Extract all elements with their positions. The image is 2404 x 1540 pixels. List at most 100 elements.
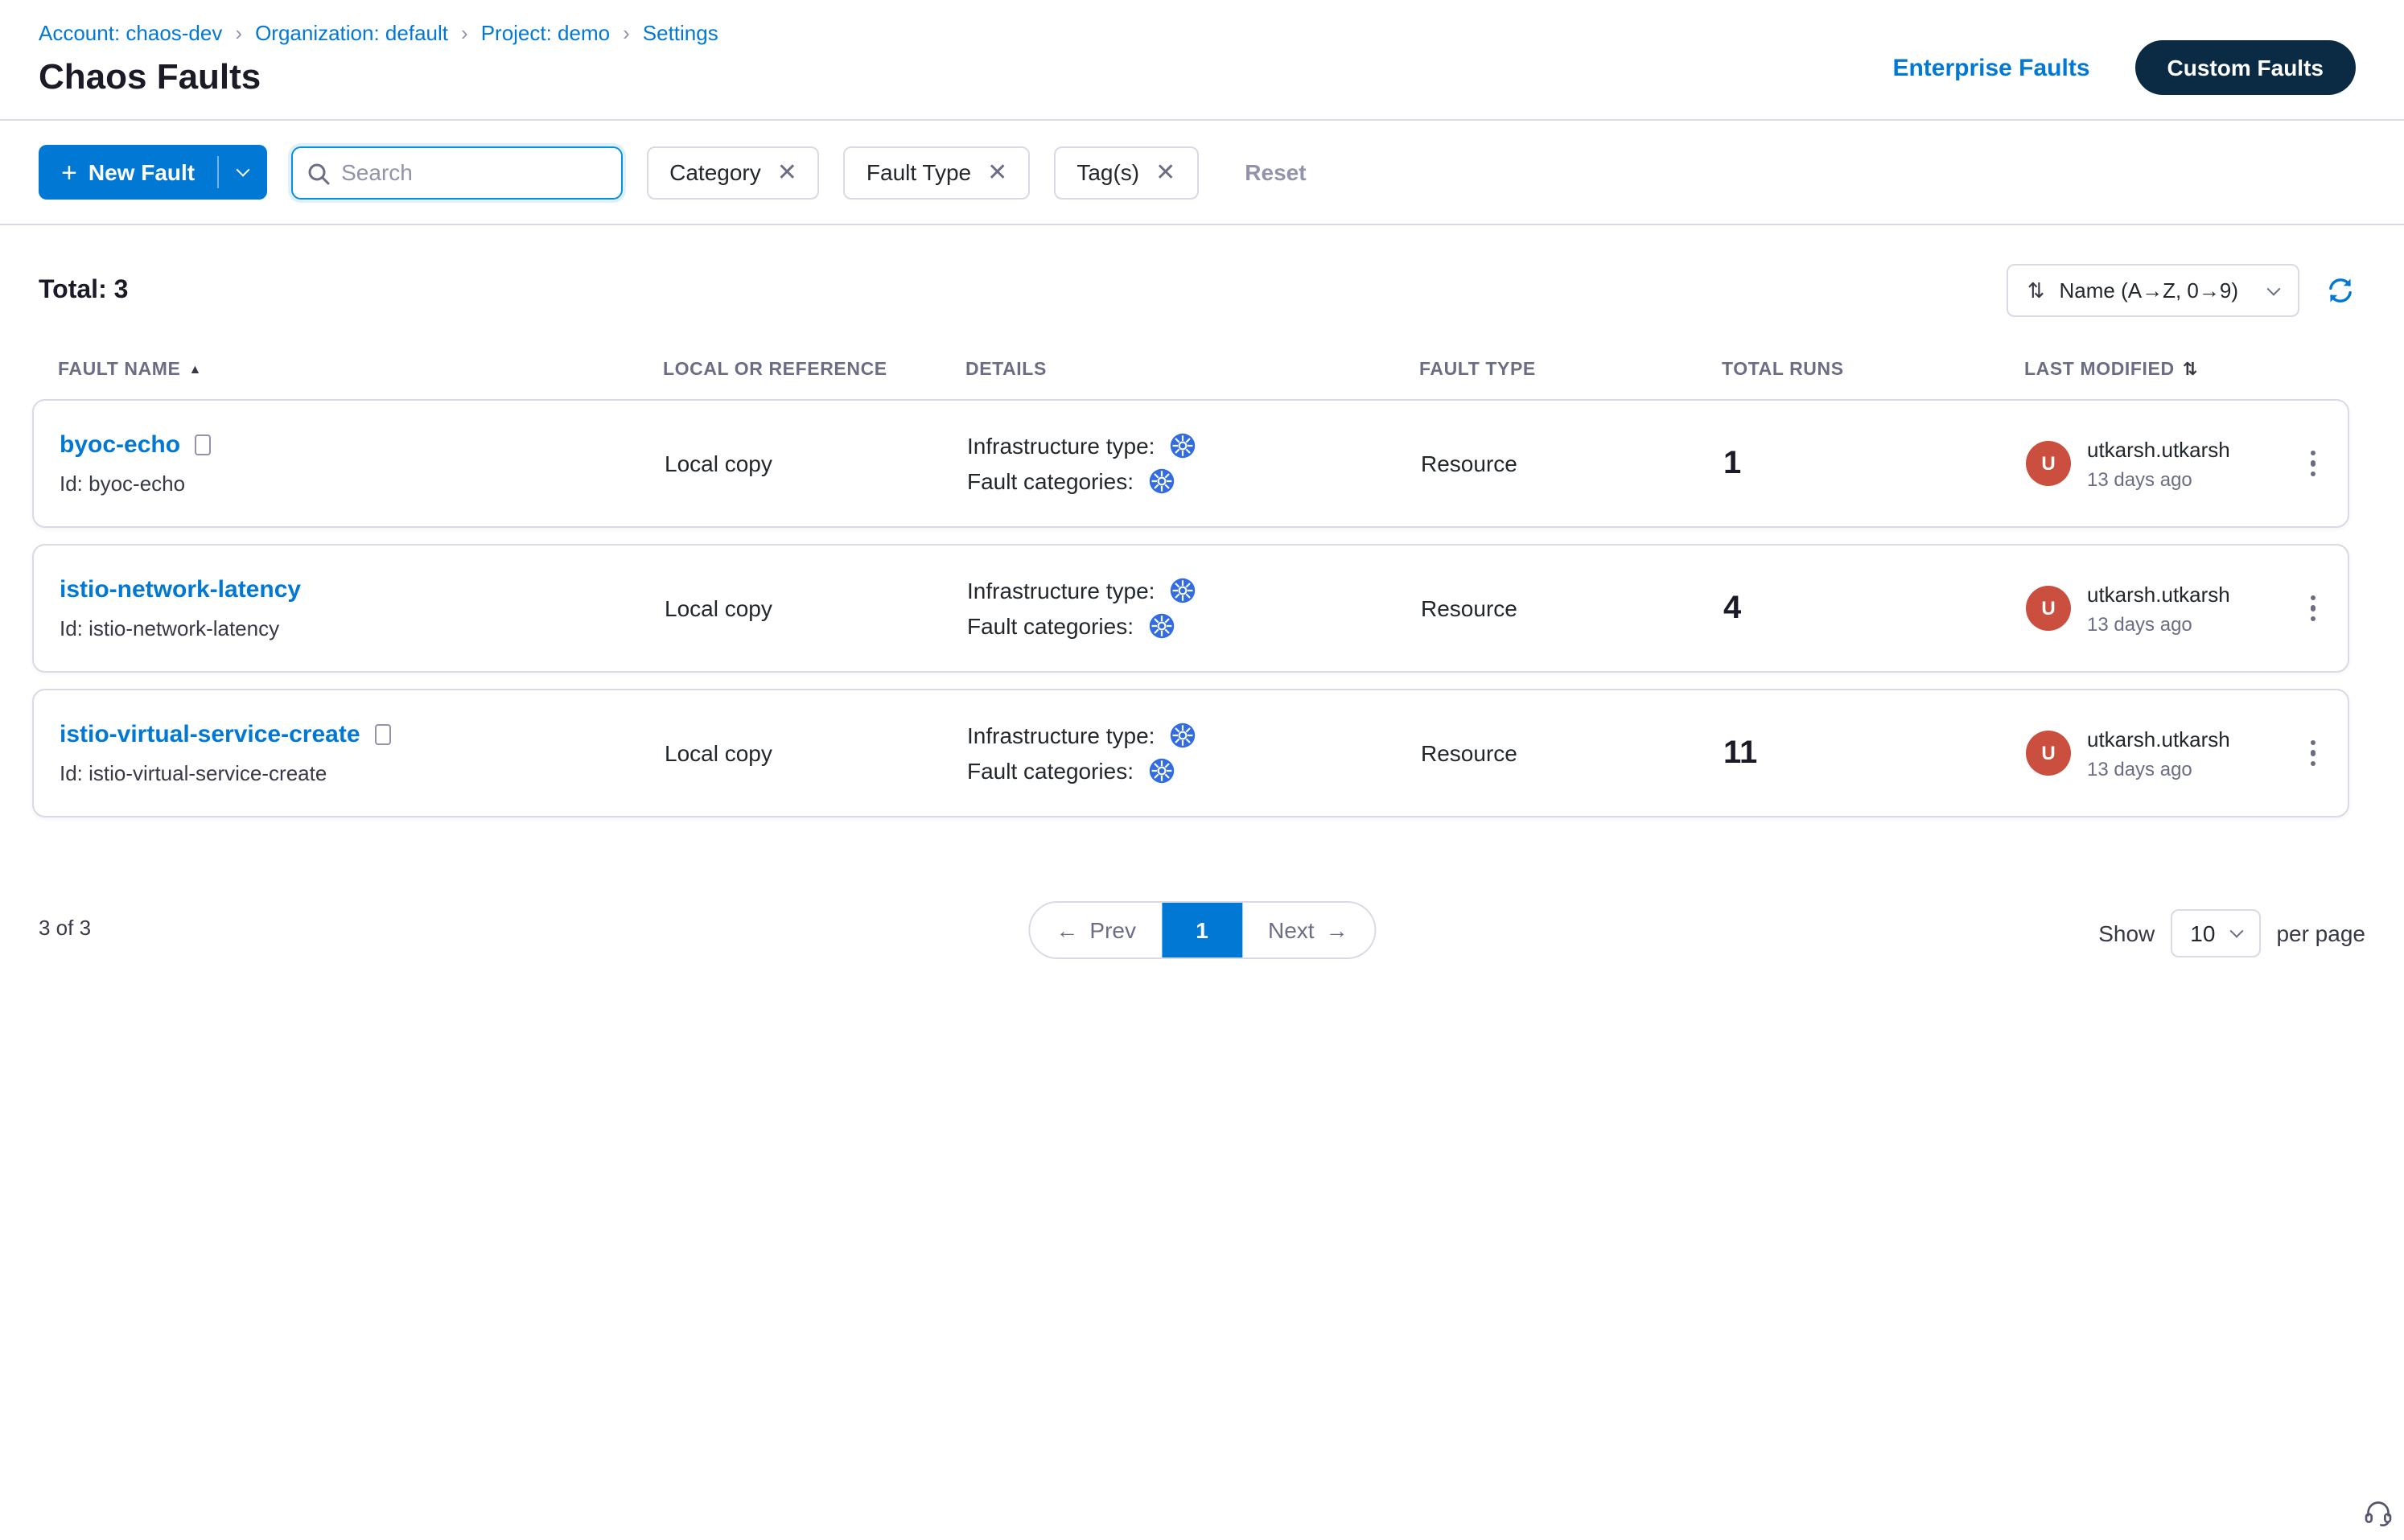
- enterprise-faults-link[interactable]: Enterprise Faults: [1892, 54, 2089, 81]
- fault-categories-label: Fault categories:: [967, 758, 1134, 784]
- modified-time: 13 days ago: [2087, 467, 2230, 490]
- fault-name-link[interactable]: istio-virtual-service-create: [60, 721, 360, 748]
- column-header-last-modified[interactable]: LAST MODIFIED ⇅: [2024, 359, 2285, 380]
- table-row: istio-network-latency Id: istio-network-…: [32, 544, 2349, 673]
- per-page-label: per page: [2276, 920, 2365, 946]
- refresh-icon: [2325, 275, 2356, 306]
- fault-name-link[interactable]: byoc-echo: [60, 431, 180, 459]
- modified-by-user: utkarsh.utkarsh: [2087, 437, 2230, 461]
- modified-by-user: utkarsh.utkarsh: [2087, 582, 2230, 606]
- row-menu-button[interactable]: [2303, 734, 2322, 773]
- list-controls: Total: 3 ⇅ Name (A→Z, 0→9): [39, 264, 2356, 317]
- search-container: [291, 146, 623, 199]
- next-page-button[interactable]: Next →: [1242, 903, 1374, 957]
- headset-icon: [2362, 1497, 2394, 1529]
- sort-arrows-icon: ⇅: [2027, 278, 2045, 303]
- plus-icon: +: [61, 159, 77, 186]
- column-header-local-or-reference: LOCAL OR REFERENCE: [663, 360, 965, 379]
- breadcrumb: Account: chaos-dev › Organization: defau…: [39, 21, 718, 45]
- local-or-reference: Local copy: [665, 595, 967, 621]
- sort-arrows-icon: ⇅: [2183, 359, 2198, 380]
- page-size-value: 10: [2190, 920, 2215, 946]
- avatar: U: [2026, 586, 2071, 631]
- infrastructure-type-label: Infrastructure type:: [967, 578, 1155, 603]
- close-icon[interactable]: ✕: [1155, 160, 1175, 184]
- fault-name-link[interactable]: istio-network-latency: [60, 576, 301, 603]
- prev-page-button[interactable]: ← Prev: [1030, 903, 1162, 957]
- pagination-summary: 3 of 3: [39, 916, 91, 940]
- top-bar-right: Enterprise Faults Custom Faults: [1892, 40, 2365, 95]
- column-header-total-runs: TOTAL RUNS: [1722, 360, 2024, 379]
- fault-doc-icon: [195, 434, 211, 455]
- breadcrumb-separator: ›: [623, 21, 630, 45]
- row-menu-button[interactable]: [2303, 444, 2322, 484]
- table-row: byoc-echo Id: byoc-echo Local copy Infra…: [32, 399, 2349, 528]
- fault-type: Resource: [1421, 740, 1723, 766]
- kubernetes-icon: [1169, 433, 1195, 459]
- close-icon[interactable]: ✕: [987, 160, 1007, 184]
- breadcrumb-account[interactable]: Account: chaos-dev: [39, 21, 222, 45]
- sort-ascending-icon: ▲: [189, 362, 202, 377]
- custom-faults-button[interactable]: Custom Faults: [2135, 40, 2356, 95]
- page-size-dropdown[interactable]: 10: [2171, 909, 2260, 957]
- sort-dropdown[interactable]: ⇅ Name (A→Z, 0→9): [2007, 264, 2299, 317]
- help-support-button[interactable]: [2362, 1497, 2394, 1534]
- arrow-right-icon: →: [1326, 917, 1348, 943]
- filter-chip-label: Fault Type: [867, 159, 971, 185]
- avatar: U: [2026, 731, 2071, 776]
- column-header-fault-type: FAULT TYPE: [1419, 360, 1722, 379]
- chevron-down-icon: [2267, 282, 2281, 295]
- local-or-reference: Local copy: [665, 451, 967, 476]
- top-bar-left: Account: chaos-dev › Organization: defau…: [39, 16, 718, 98]
- new-fault-button[interactable]: + New Fault: [39, 145, 267, 200]
- show-label: Show: [2098, 920, 2155, 946]
- fault-type: Resource: [1421, 451, 1723, 476]
- breadcrumb-project[interactable]: Project: demo: [481, 21, 610, 45]
- breadcrumb-settings[interactable]: Settings: [643, 21, 718, 45]
- kubernetes-icon: [1169, 578, 1195, 603]
- total-runs: 4: [1723, 590, 2026, 627]
- fault-categories-label: Fault categories:: [967, 613, 1134, 639]
- kubernetes-icon: [1148, 758, 1174, 784]
- reset-filters-button[interactable]: Reset: [1245, 159, 1306, 185]
- chaos-faults-page: Account: chaos-dev › Organization: defau…: [0, 0, 2404, 1540]
- total-count: Total: 3: [39, 276, 128, 305]
- filter-chip-label: Category: [669, 159, 761, 185]
- fault-id: Id: byoc-echo: [60, 471, 665, 496]
- fault-id: Id: istio-network-latency: [60, 616, 665, 640]
- row-menu-button[interactable]: [2303, 589, 2322, 628]
- breadcrumb-separator: ›: [235, 21, 242, 45]
- search-input[interactable]: [291, 146, 623, 199]
- page-title: Chaos Faults: [39, 56, 718, 98]
- modified-time: 13 days ago: [2087, 612, 2230, 635]
- close-icon[interactable]: ✕: [777, 160, 797, 184]
- fault-id: Id: istio-virtual-service-create: [60, 761, 665, 785]
- fault-categories-label: Fault categories:: [967, 468, 1134, 494]
- chevron-down-icon: [2229, 924, 2243, 938]
- table-row: istio-virtual-service-create Id: istio-v…: [32, 689, 2349, 817]
- infrastructure-type-label: Infrastructure type:: [967, 433, 1155, 459]
- infrastructure-type-label: Infrastructure type:: [967, 723, 1155, 748]
- filter-chip-category[interactable]: Category ✕: [647, 146, 820, 199]
- local-or-reference: Local copy: [665, 740, 967, 766]
- sort-dropdown-value: Name (A→Z, 0→9): [2060, 278, 2239, 303]
- new-fault-dropdown-button[interactable]: [219, 145, 267, 200]
- new-fault-label: New Fault: [89, 159, 195, 185]
- column-header-fault-name[interactable]: FAULT NAME ▲: [58, 360, 663, 379]
- column-header-details: DETAILS: [965, 360, 1419, 379]
- total-runs: 11: [1723, 735, 2026, 772]
- table-header-row: FAULT NAME ▲ LOCAL OR REFERENCE DETAILS …: [32, 359, 2349, 380]
- breadcrumb-separator: ›: [461, 21, 468, 45]
- breadcrumb-organization[interactable]: Organization: default: [255, 21, 448, 45]
- kubernetes-icon: [1148, 468, 1174, 494]
- filter-chip-fault-type[interactable]: Fault Type ✕: [844, 146, 1030, 199]
- arrow-left-icon: ←: [1056, 917, 1078, 943]
- top-bar: Account: chaos-dev › Organization: defau…: [0, 0, 2404, 121]
- fault-type: Resource: [1421, 595, 1723, 621]
- refresh-button[interactable]: [2325, 275, 2356, 306]
- search-icon: [306, 160, 331, 186]
- kubernetes-icon: [1148, 613, 1174, 639]
- chevron-down-icon: [237, 163, 250, 177]
- current-page-button[interactable]: 1: [1162, 903, 1242, 957]
- filter-chip-tags[interactable]: Tag(s) ✕: [1054, 146, 1198, 199]
